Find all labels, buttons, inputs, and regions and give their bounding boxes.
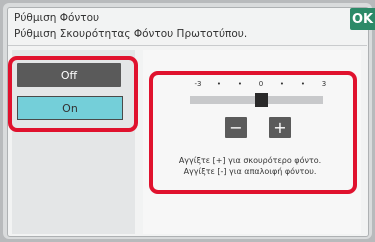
increase-button[interactable]: +	[269, 117, 291, 138]
slider-tick-label: •	[300, 80, 306, 88]
slider-tick-labels: -3 • • 0 • • 3	[190, 80, 330, 94]
header-divider	[8, 45, 367, 46]
page-title: Ρύθμιση Φόντου	[14, 12, 100, 24]
slider-tick-label: -3	[194, 80, 202, 88]
off-button[interactable]: Off	[17, 63, 121, 87]
slider-tick-label: •	[237, 80, 243, 88]
ok-button[interactable]: OK	[350, 8, 375, 30]
slider-tick-label: 0	[258, 80, 264, 88]
slider-tick-label: 3	[321, 80, 327, 88]
page-subtitle: Ρύθμιση Σκουρότητας Φόντου Πρωτοτύπου.	[14, 28, 248, 40]
slider-tick-label: •	[216, 80, 222, 88]
hint-darker: Αγγίξτε [+] για σκουρότερο φόντο.	[178, 156, 322, 165]
decrease-button[interactable]: −	[225, 117, 247, 138]
slider-thumb[interactable]	[255, 93, 268, 107]
hint-lighter: Αγγίξτε [-] για απαλοιφή φόντου.	[183, 167, 317, 176]
slider-tick-label: •	[279, 80, 285, 88]
on-button[interactable]: On	[17, 96, 123, 120]
